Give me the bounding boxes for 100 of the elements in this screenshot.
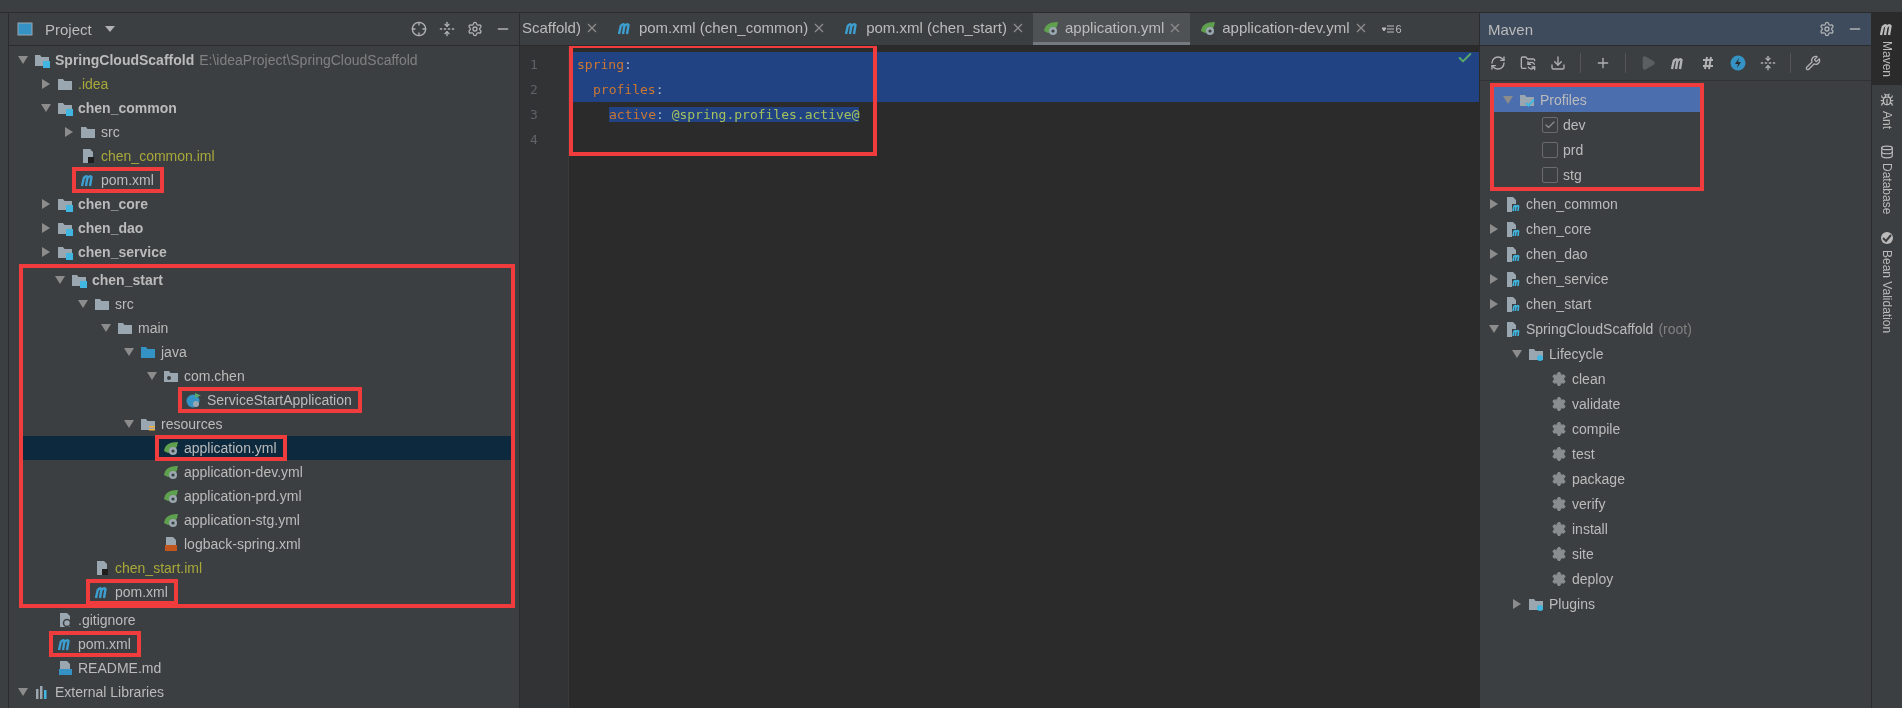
tab-overflow-button[interactable]: 6 xyxy=(1375,13,1408,45)
close-icon[interactable] xyxy=(1355,22,1366,33)
tree-item[interactable]: clean xyxy=(1480,366,1871,391)
tree-item[interactable]: Lifecycle xyxy=(1480,341,1871,366)
collapsed-arrow-icon[interactable] xyxy=(40,78,52,90)
expanded-arrow-icon[interactable] xyxy=(1488,322,1500,335)
tree-item[interactable]: application-stg.yml xyxy=(23,508,511,532)
panel-title[interactable]: Project xyxy=(45,20,92,38)
tree-item[interactable]: install xyxy=(1480,516,1871,541)
tree-item[interactable]: logback-spring.xml xyxy=(23,532,511,556)
tree-item[interactable]: chen_start xyxy=(23,268,511,292)
tree-item[interactable]: dev xyxy=(1494,112,1700,137)
tree-item[interactable]: main xyxy=(23,316,511,340)
settings-icon[interactable] xyxy=(467,21,483,37)
collapsed-arrow-icon[interactable] xyxy=(40,222,52,234)
tree-item[interactable]: com.chen xyxy=(23,364,511,388)
collapsed-arrow-icon[interactable] xyxy=(1488,297,1500,310)
editor-tab[interactable]: Scaffold) xyxy=(520,13,607,45)
tree-item[interactable]: validate xyxy=(1480,391,1871,416)
tree-item[interactable]: chen_start.iml xyxy=(23,556,511,580)
folder-sync-icon[interactable] xyxy=(1520,55,1536,71)
tree-item[interactable]: application-dev.yml xyxy=(23,460,511,484)
expanded-arrow-icon[interactable] xyxy=(40,102,52,114)
tree-item[interactable]: Plugins xyxy=(1480,591,1871,616)
checkbox[interactable] xyxy=(1542,141,1558,158)
download-icon[interactable] xyxy=(1550,55,1566,71)
close-icon[interactable] xyxy=(586,22,597,33)
lightning-icon[interactable] xyxy=(1730,55,1746,71)
tree-item[interactable]: src xyxy=(9,120,519,144)
tree-item[interactable]: prd xyxy=(1494,137,1700,162)
tree-item[interactable]: chen_service xyxy=(9,240,519,264)
tree-item[interactable]: .idea xyxy=(9,72,519,96)
checkbox[interactable] xyxy=(1542,166,1558,183)
tree-item[interactable]: README.md xyxy=(9,656,519,680)
crosshair-icon[interactable] xyxy=(411,21,427,37)
expanded-arrow-icon[interactable] xyxy=(17,54,29,66)
editor-tab[interactable]: pom.xml (chen_start) xyxy=(834,13,1034,45)
collapsed-arrow-icon[interactable] xyxy=(1488,272,1500,285)
tree-item[interactable]: src xyxy=(23,292,511,316)
tree-item[interactable]: application.yml xyxy=(23,436,511,460)
tree-item[interactable]: chen_dao xyxy=(9,216,519,240)
close-icon[interactable] xyxy=(1013,22,1024,33)
tree-item[interactable]: stg xyxy=(1494,162,1700,187)
skip-tests-icon[interactable] xyxy=(1700,55,1716,71)
tree-item[interactable]: deploy xyxy=(1480,566,1871,591)
settings-icon[interactable] xyxy=(1819,21,1835,37)
close-icon[interactable] xyxy=(1170,22,1181,33)
tree-item[interactable]: pom.xml xyxy=(9,632,519,656)
tree-item[interactable]: verify xyxy=(1480,491,1871,516)
tool-window-button[interactable]: Ant xyxy=(1872,85,1902,138)
collapsed-arrow-icon[interactable] xyxy=(40,198,52,210)
tool-window-button[interactable]: Bean Validation xyxy=(1872,222,1902,342)
wrench-icon[interactable] xyxy=(1805,55,1821,71)
collapsed-arrow-icon[interactable] xyxy=(1511,597,1523,610)
expanded-arrow-icon[interactable] xyxy=(123,346,135,358)
expanded-arrow-icon[interactable] xyxy=(17,686,29,698)
tree-item[interactable]: package xyxy=(1480,466,1871,491)
tree-item[interactable]: chen_common xyxy=(1480,191,1871,216)
tree-item[interactable]: .gitignore xyxy=(9,608,519,632)
tree-item[interactable]: chen_start xyxy=(1480,291,1871,316)
editor-tab[interactable]: application.yml xyxy=(1033,13,1191,45)
editor-tab[interactable]: application-dev.yml xyxy=(1190,13,1376,45)
collapsed-arrow-icon[interactable] xyxy=(1488,197,1500,210)
collapsed-arrow-icon[interactable] xyxy=(40,246,52,258)
tree-item[interactable]: SpringCloudScaffold (root) xyxy=(1480,316,1871,341)
tree-item[interactable]: chen_core xyxy=(1480,216,1871,241)
tree-item[interactable]: External Libraries xyxy=(9,680,519,704)
expanded-arrow-icon[interactable] xyxy=(123,418,135,430)
expanded-arrow-icon[interactable] xyxy=(1511,347,1523,360)
expanded-arrow-icon[interactable] xyxy=(146,370,158,382)
tree-item[interactable]: chen_core xyxy=(9,192,519,216)
tree-item[interactable]: resources xyxy=(23,412,511,436)
tree-item[interactable]: compile xyxy=(1480,416,1871,441)
add-icon[interactable] xyxy=(1595,55,1611,71)
expanded-arrow-icon[interactable] xyxy=(77,298,89,310)
tree-item[interactable]: chen_common.iml xyxy=(9,144,519,168)
tree-item[interactable]: chen_common xyxy=(9,96,519,120)
close-icon[interactable] xyxy=(814,22,825,33)
tree-item[interactable]: chen_dao xyxy=(1480,241,1871,266)
tool-window-button[interactable]: Maven xyxy=(1872,13,1902,86)
collapse-icon[interactable] xyxy=(439,21,455,37)
checkbox[interactable] xyxy=(1542,116,1558,133)
tree-item[interactable]: application-prd.yml xyxy=(23,484,511,508)
tree-item[interactable]: test xyxy=(1480,441,1871,466)
collapsed-arrow-icon[interactable] xyxy=(1488,247,1500,260)
run-icon[interactable] xyxy=(1640,55,1656,71)
tree-item[interactable]: ServiceStartApplication xyxy=(23,388,511,412)
tree-item[interactable]: pom.xml xyxy=(23,580,511,604)
tool-window-button[interactable]: Database xyxy=(1872,137,1902,223)
editor-tab[interactable]: pom.xml (chen_common) xyxy=(606,13,835,45)
collapsed-arrow-icon[interactable] xyxy=(63,126,75,138)
tree-item[interactable]: SpringCloudScaffold E:\ideaProject\SpringCloudScaffold xyxy=(9,48,519,72)
tree-item[interactable]: pom.xml xyxy=(9,168,519,192)
expanded-arrow-icon[interactable] xyxy=(100,322,112,334)
tree-item[interactable]: java xyxy=(23,340,511,364)
expanded-arrow-icon[interactable] xyxy=(54,274,66,286)
refresh-icon[interactable] xyxy=(1490,55,1506,71)
tree-item[interactable]: chen_service xyxy=(1480,266,1871,291)
collapsed-arrow-icon[interactable] xyxy=(1488,222,1500,235)
tree-item[interactable]: site xyxy=(1480,541,1871,566)
